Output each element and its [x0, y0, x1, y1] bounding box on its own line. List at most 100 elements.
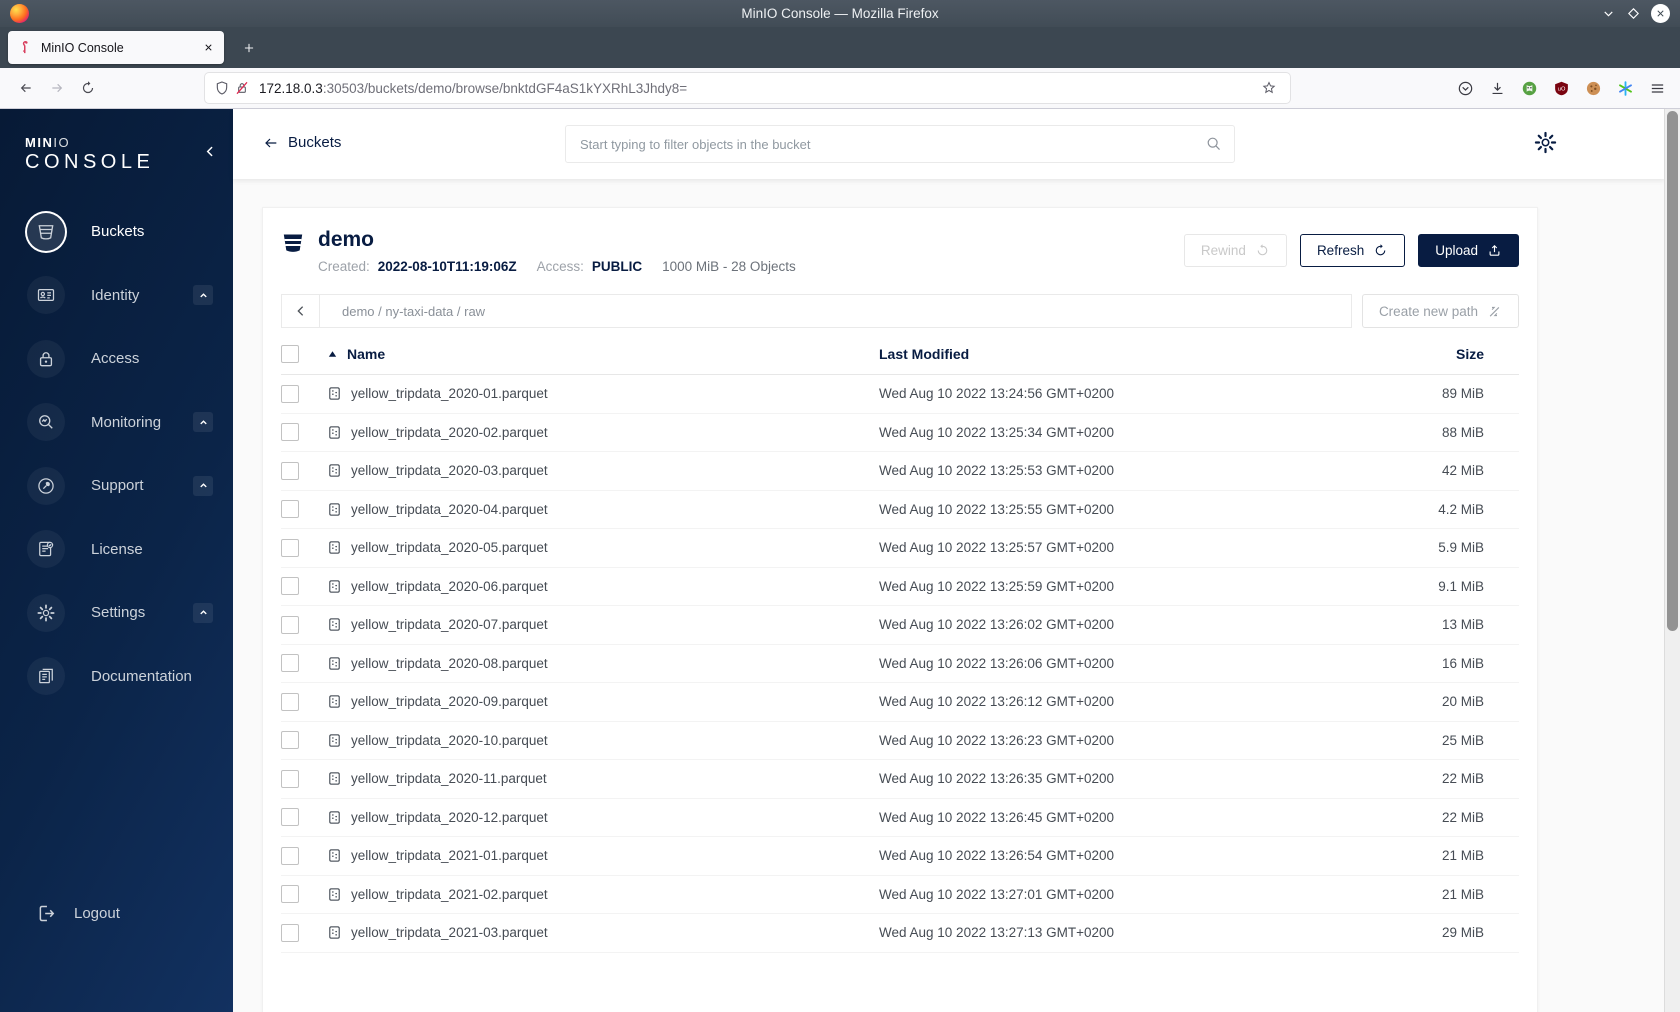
row-checkbox[interactable]	[281, 923, 299, 942]
object-name[interactable]: yellow_tripdata_2021-01.parquet	[351, 848, 548, 863]
sidebar-item[interactable]: Buckets	[0, 200, 233, 264]
column-header-name[interactable]: Name	[347, 346, 385, 362]
row-checkbox[interactable]	[281, 846, 299, 865]
row-checkbox[interactable]	[281, 731, 299, 750]
row-checkbox[interactable]	[281, 808, 299, 827]
object-row[interactable]: yellow_tripdata_2020-09.parquet Wed Aug …	[281, 683, 1519, 722]
object-row[interactable]: yellow_tripdata_2020-02.parquet Wed Aug …	[281, 414, 1519, 452]
object-row[interactable]: yellow_tripdata_2020-12.parquet Wed Aug …	[281, 799, 1519, 837]
row-checkbox[interactable]	[281, 615, 299, 634]
browser-tab[interactable]: MinIO Console	[8, 31, 224, 64]
extension-asterisk-icon[interactable]	[1617, 80, 1634, 97]
chevron-up-icon[interactable]	[193, 412, 213, 433]
chevron-up-icon[interactable]	[193, 475, 213, 496]
object-name[interactable]: yellow_tripdata_2020-03.parquet	[351, 463, 548, 478]
object-name[interactable]: yellow_tripdata_2020-08.parquet	[351, 656, 548, 671]
object-name[interactable]: yellow_tripdata_2020-05.parquet	[351, 540, 548, 555]
object-row[interactable]: yellow_tripdata_2021-02.parquet Wed Aug …	[281, 876, 1519, 914]
object-name[interactable]: yellow_tripdata_2021-02.parquet	[351, 887, 548, 902]
object-size: 9.1 MiB	[1438, 578, 1484, 594]
minimize-icon[interactable]	[1601, 6, 1616, 21]
object-name[interactable]: yellow_tripdata_2020-12.parquet	[351, 810, 548, 825]
object-name[interactable]: yellow_tripdata_2020-10.parquet	[351, 733, 548, 748]
sort-asc-icon[interactable]	[327, 349, 338, 360]
breadcrumb[interactable]: demo / ny-taxi-data / raw	[320, 304, 485, 319]
forward-icon[interactable]	[41, 73, 72, 103]
maximize-icon[interactable]	[1626, 6, 1641, 21]
row-checkbox[interactable]	[281, 577, 299, 596]
row-checkbox[interactable]	[281, 692, 299, 711]
new-tab-button[interactable]	[242, 41, 256, 55]
cookie-extension-icon[interactable]	[1585, 80, 1602, 97]
row-checkbox[interactable]	[281, 654, 299, 673]
row-checkbox[interactable]	[281, 423, 299, 442]
sidebar-item[interactable]: License	[0, 518, 233, 582]
object-name[interactable]: yellow_tripdata_2021-03.parquet	[351, 925, 548, 940]
select-all-checkbox[interactable]	[281, 345, 299, 363]
sidebar-item-logout[interactable]: Logout	[0, 903, 233, 924]
object-row[interactable]: yellow_tripdata_2020-08.parquet Wed Aug …	[281, 645, 1519, 683]
sidebar-item[interactable]: Support	[0, 454, 233, 518]
sidebar-collapse-icon[interactable]	[203, 144, 218, 159]
row-checkbox[interactable]	[281, 538, 299, 557]
row-checkbox[interactable]	[281, 461, 299, 480]
object-row[interactable]: yellow_tripdata_2020-04.parquet Wed Aug …	[281, 491, 1519, 529]
url-bar[interactable]: 172.18.0.3:30503/buckets/demo/browse/bnk…	[205, 73, 1290, 103]
object-name[interactable]: yellow_tripdata_2020-09.parquet	[351, 694, 548, 709]
object-name[interactable]: yellow_tripdata_2020-07.parquet	[351, 617, 548, 632]
sidebar-item-label: Settings	[91, 604, 146, 622]
menu-icon[interactable]	[1649, 80, 1666, 97]
parquet-file-icon	[327, 656, 342, 671]
object-row[interactable]: yellow_tripdata_2020-01.parquet Wed Aug …	[281, 375, 1519, 414]
download-icon[interactable]	[1489, 80, 1506, 97]
bucket-card: demo Created: 2022-08-10T11:19:06Z Acces…	[262, 207, 1538, 1012]
object-row[interactable]: yellow_tripdata_2020-10.parquet Wed Aug …	[281, 722, 1519, 760]
refresh-button[interactable]: Refresh	[1299, 234, 1406, 267]
chevron-up-icon[interactable]	[193, 602, 213, 623]
sidebar-item[interactable]: Documentation	[0, 645, 233, 709]
object-row[interactable]: yellow_tripdata_2020-11.parquet Wed Aug …	[281, 760, 1519, 799]
object-row[interactable]: yellow_tripdata_2020-05.parquet Wed Aug …	[281, 529, 1519, 568]
object-name[interactable]: yellow_tripdata_2020-11.parquet	[351, 771, 547, 786]
row-checkbox[interactable]	[281, 500, 299, 519]
settings-gear-icon[interactable]	[1533, 130, 1558, 155]
chevron-up-icon[interactable]	[193, 285, 213, 306]
object-size: 13 MiB	[1441, 617, 1484, 633]
bookmark-star-icon[interactable]	[1261, 80, 1277, 96]
scrollbar-thumb[interactable]	[1667, 111, 1678, 631]
row-checkbox[interactable]	[281, 885, 299, 904]
sidebar-item[interactable]: Identity	[0, 264, 233, 328]
created-label: Created:	[318, 259, 370, 274]
object-row[interactable]: yellow_tripdata_2021-03.parquet Wed Aug …	[281, 914, 1519, 953]
object-row[interactable]: yellow_tripdata_2020-07.parquet Wed Aug …	[281, 606, 1519, 645]
breadcrumb-back-icon[interactable]	[282, 295, 320, 327]
pocket-icon[interactable]	[1457, 80, 1474, 97]
object-row[interactable]: yellow_tripdata_2021-01.parquet Wed Aug …	[281, 837, 1519, 876]
ublock-origin-icon[interactable]: uO	[1553, 80, 1570, 97]
object-name[interactable]: yellow_tripdata_2020-04.parquet	[351, 502, 548, 517]
close-button[interactable]	[1651, 4, 1670, 23]
shield-icon[interactable]	[214, 80, 230, 96]
reload-icon[interactable]	[72, 73, 103, 103]
rewind-button[interactable]: Rewind	[1183, 234, 1287, 267]
back-icon[interactable]	[10, 73, 41, 103]
object-name[interactable]: yellow_tripdata_2020-01.parquet	[351, 386, 548, 401]
page-scrollbar[interactable]	[1664, 109, 1680, 1012]
privacy-badger-icon[interactable]	[1521, 80, 1538, 97]
back-to-buckets-link[interactable]: Buckets	[263, 134, 341, 151]
object-row[interactable]: yellow_tripdata_2020-06.parquet Wed Aug …	[281, 568, 1519, 606]
sidebar-item[interactable]: Settings	[0, 581, 233, 645]
filter-objects-input[interactable]	[565, 125, 1235, 163]
create-new-path-button[interactable]: Create new path	[1361, 294, 1519, 328]
sidebar-item[interactable]: Monitoring	[0, 391, 233, 455]
object-name[interactable]: yellow_tripdata_2020-06.parquet	[351, 579, 548, 594]
row-checkbox[interactable]	[281, 769, 299, 788]
object-name[interactable]: yellow_tripdata_2020-02.parquet	[351, 425, 548, 440]
tab-close-icon[interactable]	[203, 42, 214, 53]
row-checkbox[interactable]	[281, 384, 299, 403]
lock-slash-icon[interactable]	[234, 80, 250, 96]
upload-button[interactable]: Upload	[1418, 234, 1519, 267]
sidebar-item[interactable]: Access	[0, 327, 233, 391]
column-header-modified: Last Modified	[879, 346, 970, 362]
object-row[interactable]: yellow_tripdata_2020-03.parquet Wed Aug …	[281, 452, 1519, 491]
